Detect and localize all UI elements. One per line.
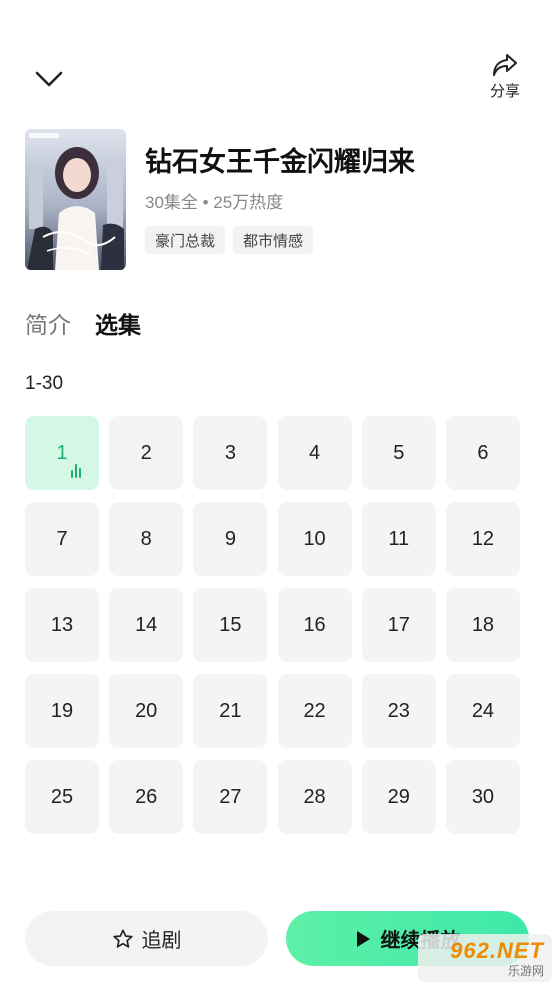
episode-button[interactable]: 20 [109,674,184,748]
episode-button[interactable]: 6 [445,416,520,490]
episode-number: 3 [224,441,236,464]
episode-button[interactable]: 2 [109,416,184,490]
episode-number: 11 [388,527,410,550]
episode-number: 5 [393,441,405,464]
episode-button[interactable]: 29 [361,760,436,834]
episode-number: 13 [50,613,74,636]
episode-range-label[interactable]: 1-30 [25,373,63,395]
drama-cover[interactable] [25,129,126,270]
share-button[interactable]: 分享 [482,52,528,104]
episode-number: 29 [387,785,410,808]
episode-button-current[interactable]: 1 [25,416,99,490]
episode-button[interactable]: 3 [193,416,268,490]
play-icon [356,930,370,947]
drama-title: 钻石女王千金闪耀归来 [145,147,415,177]
now-playing-icon [71,464,85,478]
episode-button[interactable]: 16 [277,588,352,662]
collapse-button[interactable] [30,62,68,96]
episode-number: 14 [135,613,158,636]
cover-image [25,129,126,270]
tab-episodes[interactable]: 选集 [95,306,141,340]
tab-intro[interactable]: 简介 [25,306,71,340]
episode-number: 12 [471,527,495,550]
episode-button[interactable]: 22 [277,674,352,748]
episode-button[interactable]: 11 [361,502,436,576]
episode-button[interactable]: 5 [361,416,436,490]
drama-meta: 30集全 • 25万热度 [145,193,284,212]
tag-chip[interactable]: 都市情感 [233,226,314,254]
episode-number: 4 [309,441,321,464]
chevron-down-icon [35,71,63,87]
episode-button[interactable]: 25 [25,760,99,834]
episode-number: 6 [477,441,489,464]
episode-button[interactable]: 24 [445,674,520,748]
episode-button[interactable]: 19 [25,674,99,748]
tag-chip[interactable]: 豪门总裁 [145,226,226,254]
follow-label: 追剧 [141,930,182,952]
episode-grid: 1 2 3 4 5 6 7 8 9 10 11 12 13 14 15 16 17 18 19 20 21 22 23 24 2… [25,416,520,834]
episode-number: 2 [140,441,152,464]
episode-number: 17 [387,613,410,636]
episode-number: 16 [303,613,326,636]
episode-button[interactable]: 7 [25,502,99,576]
episode-button[interactable]: 21 [193,674,268,748]
episode-number: 7 [56,527,68,550]
episode-button[interactable]: 8 [109,502,184,576]
episode-number: 24 [471,699,495,722]
episode-number: 20 [135,699,158,722]
episode-button[interactable]: 9 [193,502,268,576]
episode-button[interactable]: 13 [25,588,99,662]
episode-button[interactable]: 17 [361,588,436,662]
episode-button[interactable]: 14 [109,588,184,662]
share-label: 分享 [489,83,520,100]
episode-number: 30 [471,785,495,808]
episode-button[interactable]: 23 [361,674,436,748]
star-icon [112,928,133,948]
episode-button[interactable]: 27 [193,760,268,834]
episode-number: 21 [219,699,242,722]
episode-number: 1 [56,441,68,464]
watermark-subtext: 乐游网 [507,963,544,978]
site-watermark: 962.NET 乐游网 [418,934,552,982]
episode-button[interactable]: 30 [445,760,520,834]
episode-number: 9 [224,527,236,550]
episode-button[interactable]: 18 [445,588,520,662]
episode-number: 27 [219,785,242,808]
episode-number: 26 [135,785,158,808]
episode-button[interactable]: 12 [445,502,520,576]
episode-number: 23 [387,699,410,722]
episode-button[interactable]: 26 [109,760,184,834]
share-icon [493,54,517,76]
episode-number: 19 [50,699,74,722]
episode-number: 8 [140,527,152,550]
episode-number: 18 [471,613,495,636]
follow-button[interactable]: 追剧 [25,911,268,966]
tab-bar: 简介 选集 [25,306,141,340]
tag-list: 豪门总裁 都市情感 [145,226,314,254]
episode-number: 15 [219,613,242,636]
episode-button[interactable]: 28 [277,760,352,834]
episode-number: 10 [303,527,326,550]
episode-number: 25 [50,785,74,808]
episode-number: 22 [303,699,326,722]
episode-button[interactable]: 4 [277,416,352,490]
episode-button[interactable]: 10 [277,502,352,576]
episode-button[interactable]: 15 [193,588,268,662]
episode-number: 28 [303,785,326,808]
watermark-logo-text: 962.NET [450,937,544,963]
